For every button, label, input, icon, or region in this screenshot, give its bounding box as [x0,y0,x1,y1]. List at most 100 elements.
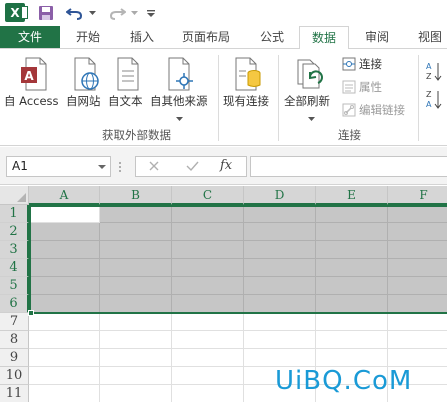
refresh-all-icon[interactable] [296,57,326,94]
cell-c4[interactable] [172,259,244,277]
cell-c5[interactable] [172,277,244,295]
cell-f4[interactable] [388,259,447,277]
column-header-c[interactable]: C [172,186,244,205]
cell-b9[interactable] [100,349,172,367]
cell-f7[interactable] [388,313,447,331]
undo-dropdown-icon[interactable] [88,3,96,23]
row-header-6[interactable]: 6 [0,295,29,313]
cell-b6[interactable] [100,295,172,313]
column-header-a[interactable]: A [29,186,100,205]
cell-e4[interactable] [316,259,388,277]
from-text-button[interactable]: 自文本 [108,93,143,109]
cell-c8[interactable] [172,331,244,349]
connections-icon[interactable] [342,57,356,74]
fill-handle[interactable] [28,310,34,316]
chevron-down-icon[interactable] [176,111,183,125]
column-header-d[interactable]: D [244,186,316,205]
cell-e6[interactable] [316,295,388,313]
cell-c11[interactable] [172,385,244,402]
row-header-11[interactable]: 11 [0,385,29,402]
insert-function-button[interactable]: fx [220,158,232,173]
cell-d6[interactable] [244,295,316,313]
cell-c6[interactable] [172,295,244,313]
column-header-f[interactable]: F [388,186,447,205]
cell-b7[interactable] [100,313,172,331]
cell-e8[interactable] [316,331,388,349]
cell-e2[interactable] [316,223,388,241]
undo-icon[interactable] [64,3,86,23]
cell-a8[interactable] [29,331,100,349]
select-all-button[interactable] [0,186,29,205]
column-header-e[interactable]: E [316,186,388,205]
text-file-icon[interactable] [116,57,140,94]
cell-f8[interactable] [388,331,447,349]
from-web-button[interactable]: 自网站 [66,93,101,109]
cell-f5[interactable] [388,277,447,295]
cell-a3[interactable] [29,241,100,259]
cell-a1[interactable] [29,205,100,223]
from-other-sources-button[interactable]: 自其他来源 [150,93,208,109]
cell-b10[interactable] [100,367,172,385]
tab-view[interactable]: 视图 [410,26,447,48]
enter-check-icon[interactable] [186,160,199,175]
customize-toolbar-icon[interactable] [146,3,156,23]
cell-d5[interactable] [244,277,316,295]
sort-ascending-icon[interactable]: AZ [425,61,443,84]
cell-a6[interactable] [29,295,100,313]
cell-c9[interactable] [172,349,244,367]
name-box[interactable]: A1 [6,156,111,177]
cell-b8[interactable] [100,331,172,349]
cell-d9[interactable] [244,349,316,367]
cell-d8[interactable] [244,331,316,349]
cell-e9[interactable] [316,349,388,367]
row-header-10[interactable]: 10 [0,367,29,385]
web-globe-icon[interactable] [72,57,100,94]
chevron-down-icon[interactable] [98,165,106,169]
redo-icon[interactable] [106,3,128,23]
from-access-button[interactable]: 自 Access [4,93,59,109]
cell-d7[interactable] [244,313,316,331]
column-header-b[interactable]: B [100,186,172,205]
cell-d2[interactable] [244,223,316,241]
row-header-9[interactable]: 9 [0,349,29,367]
tab-file[interactable]: 文件 [0,26,60,48]
refresh-all-button[interactable]: 全部刷新 [284,93,330,109]
redo-dropdown-icon[interactable] [130,3,138,23]
cell-c7[interactable] [172,313,244,331]
cell-e3[interactable] [316,241,388,259]
drag-handle-icon[interactable] [118,161,122,176]
cell-a5[interactable] [29,277,100,295]
cell-e1[interactable] [316,205,388,223]
cell-c3[interactable] [172,241,244,259]
cell-a9[interactable] [29,349,100,367]
tab-insert[interactable]: 插入 [122,26,162,48]
cell-f1[interactable] [388,205,447,223]
connections-button[interactable]: 连接 [359,56,382,72]
cell-d4[interactable] [244,259,316,277]
tab-review[interactable]: 审阅 [356,26,398,48]
sort-descending-icon[interactable]: ZA [425,89,443,112]
cell-c10[interactable] [172,367,244,385]
save-icon[interactable] [36,3,56,23]
cell-c2[interactable] [172,223,244,241]
cell-f6[interactable] [388,295,447,313]
cell-f2[interactable] [388,223,447,241]
tab-data[interactable]: 数据 [299,26,349,49]
row-header-5[interactable]: 5 [0,277,29,295]
cell-b5[interactable] [100,277,172,295]
cell-a4[interactable] [29,259,100,277]
row-header-7[interactable]: 7 [0,313,29,331]
excel-logo-icon[interactable]: X [5,3,28,22]
cell-b11[interactable] [100,385,172,402]
row-header-1[interactable]: 1 [0,205,29,223]
cell-b3[interactable] [100,241,172,259]
access-database-icon[interactable]: A [20,57,48,94]
cell-e7[interactable] [316,313,388,331]
other-sources-icon[interactable] [167,57,195,94]
row-header-8[interactable]: 8 [0,331,29,349]
row-header-2[interactable]: 2 [0,223,29,241]
cell-e5[interactable] [316,277,388,295]
cell-c1[interactable] [172,205,244,223]
cell-b2[interactable] [100,223,172,241]
cell-a11[interactable] [29,385,100,402]
